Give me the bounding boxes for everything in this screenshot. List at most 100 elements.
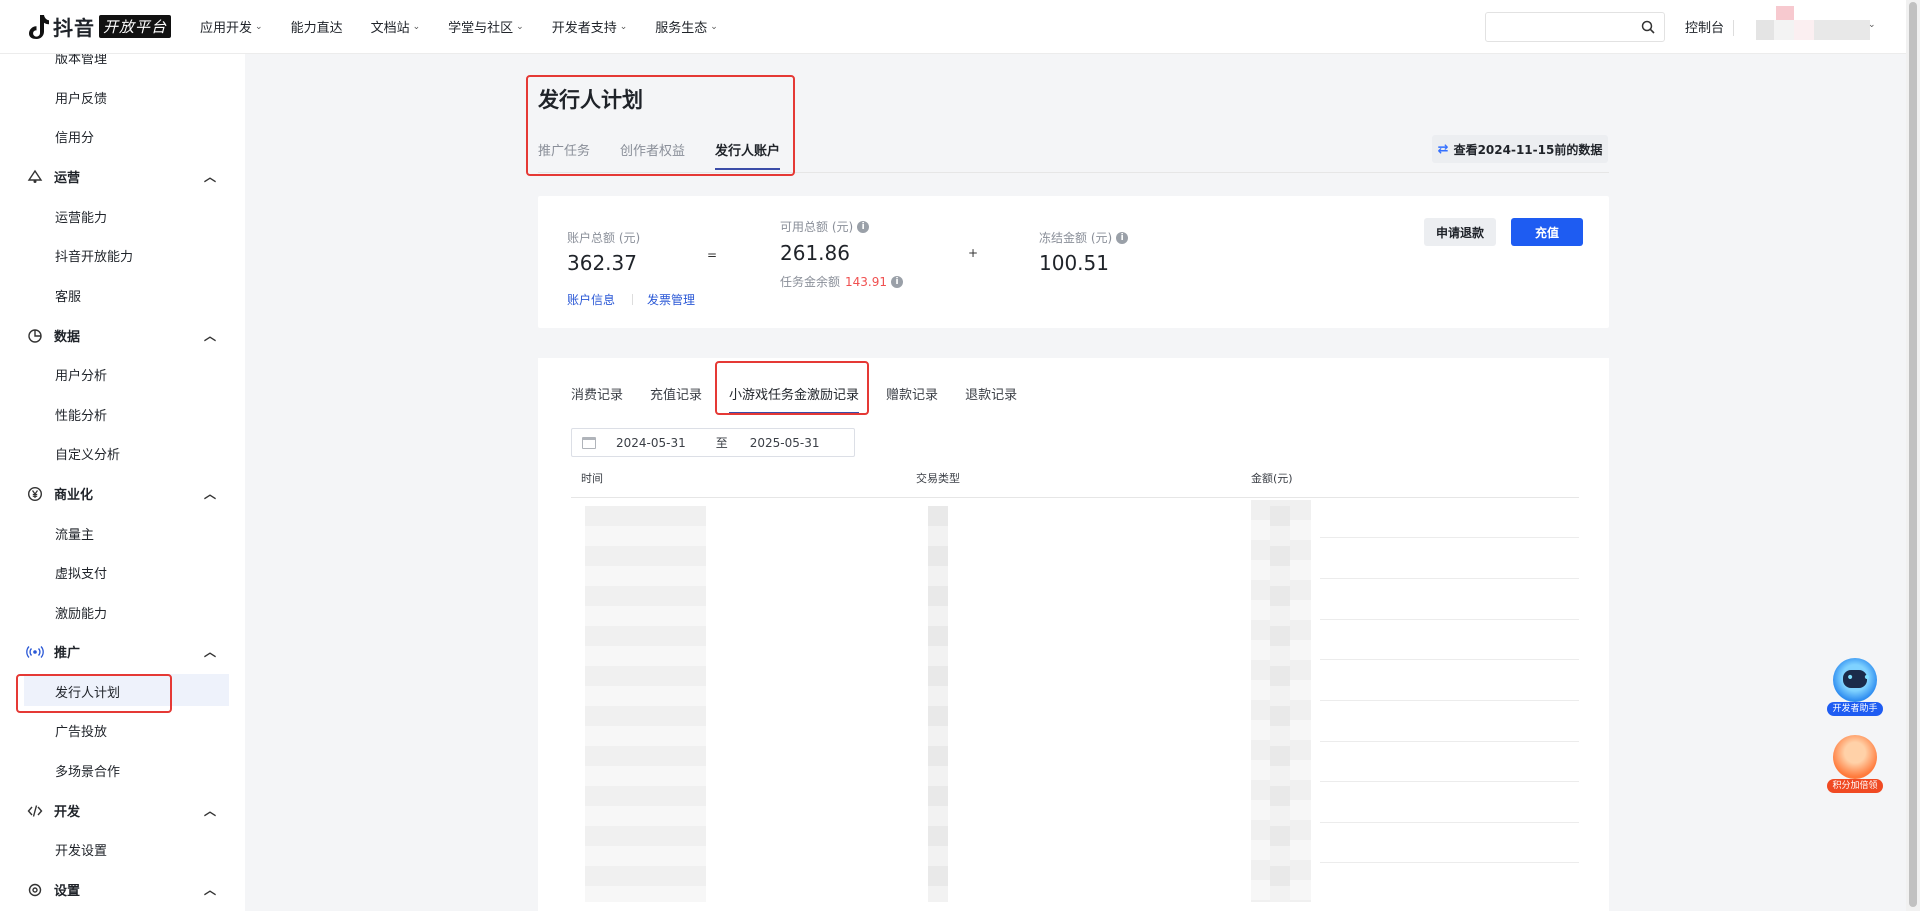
table-row-divider	[1320, 700, 1579, 701]
redacted-amount-detail	[1270, 506, 1290, 902]
info-icon[interactable]: i	[1116, 231, 1129, 244]
sidebar-item-traffic-owner[interactable]: 流量主	[55, 524, 94, 543]
sidebar-group-promotion[interactable]: 推广 ︿	[26, 642, 216, 661]
records-tabs: 消费记录 充值记录 小游戏任务金激励记录 赠款记录 退款记录	[571, 384, 1044, 414]
sidebar-item-version[interactable]: 版本管理	[55, 54, 107, 67]
tabs-underline	[538, 172, 1609, 173]
sidebar-item-perf-analysis[interactable]: 性能分析	[55, 405, 107, 424]
sidebar-group-operation[interactable]: 运营 ︿	[26, 167, 216, 186]
search-input[interactable]	[1494, 13, 1642, 41]
date-end[interactable]: 2025-05-31	[750, 436, 820, 450]
chevron-up-icon: ︿	[203, 170, 216, 184]
table-header-line	[571, 497, 1579, 498]
chevron-down-icon[interactable]: ⌄	[1868, 20, 1876, 30]
view-history-button[interactable]: ⇄ 查看2024-11-15前的数据	[1432, 135, 1608, 163]
sidebar-item-open-ability[interactable]: 抖音开放能力	[55, 246, 133, 265]
invoice-management-link[interactable]: 发票管理	[647, 291, 695, 308]
sidebar-item-credit[interactable]: 信用分	[55, 127, 94, 146]
frozen-amount-label: 冻结金额 (元) i	[1039, 229, 1129, 246]
sidebar-item-feedback[interactable]: 用户反馈	[55, 88, 107, 107]
sidebar-item-dev-settings[interactable]: 开发设置	[55, 840, 107, 859]
chevron-down-icon: ⌄	[619, 21, 628, 32]
task-balance: 任务金余额 143.91 i	[780, 273, 904, 290]
sidebar-item-publisher-plan[interactable]: 发行人计划	[55, 682, 120, 701]
chevron-down-icon: ⌄	[255, 21, 263, 32]
nav-dev-support[interactable]: 开发者支持 ⌄	[552, 17, 628, 36]
table-row-divider	[1320, 822, 1579, 823]
date-range-picker[interactable]: 2024-05-31 至 2025-05-31	[571, 428, 855, 457]
top-nav-bar: 抖音 开放平台 应用开发 ⌄ 能力直达 文档站 ⌄ 学堂与社区 ⌄ 开发者支持 ⌄ 服务…	[0, 0, 1906, 54]
pie-chart-icon	[26, 327, 44, 345]
nav-docs[interactable]: 文档站 ⌄	[371, 17, 421, 36]
sidebar-group-develop[interactable]: 开发 ︿	[26, 801, 216, 820]
sidebar-item-customer-service[interactable]: 客服	[55, 286, 81, 305]
search-icon[interactable]	[1640, 19, 1656, 35]
tab-grant[interactable]: 赠款记录	[886, 384, 938, 414]
robot-icon	[1833, 658, 1877, 702]
page-title: 发行人计划	[538, 88, 643, 112]
sidebar-item-op-ability[interactable]: 运营能力	[55, 207, 107, 226]
date-start[interactable]: 2024-05-31	[616, 436, 686, 450]
yuan-icon	[26, 485, 44, 503]
settings-icon	[26, 881, 44, 899]
developer-assistant-button[interactable]: 开发者助手	[1825, 658, 1885, 720]
nav-school-community[interactable]: 学堂与社区 ⌄	[448, 17, 524, 36]
table-row-divider	[1320, 537, 1579, 538]
frozen-amount-value: 100.51	[1039, 251, 1109, 275]
total-amount-label: 账户总额 (元)	[567, 231, 641, 245]
chevron-down-icon: ⌄	[412, 21, 421, 32]
chevron-down-icon: ⌄	[710, 21, 718, 32]
console-link[interactable]: 控制台	[1685, 17, 1724, 36]
sidebar-item-virtual-pay[interactable]: 虚拟支付	[55, 563, 107, 582]
header-divider	[1733, 20, 1734, 36]
link-separator	[632, 294, 633, 305]
sidebar-item-incentive[interactable]: 激励能力	[55, 603, 107, 622]
chevron-up-icon: ︿	[203, 804, 216, 818]
chevron-up-icon: ︿	[203, 883, 216, 897]
recharge-button[interactable]: 充值	[1511, 218, 1583, 246]
swap-icon: ⇄	[1437, 141, 1449, 157]
scrollbar-thumb[interactable]	[1909, 2, 1917, 907]
available-amount-value: 261.86	[780, 241, 850, 265]
info-icon[interactable]: i	[891, 275, 904, 288]
sidebar-group-settings[interactable]: 设置 ︿	[26, 880, 216, 899]
table-row-divider	[1320, 619, 1579, 620]
nav-capability[interactable]: 能力直达	[291, 17, 343, 36]
apply-refund-button[interactable]: 申请退款	[1424, 218, 1496, 246]
page-scrollbar[interactable]	[1906, 0, 1920, 911]
tab-minigame-incentive[interactable]: 小游戏任务金激励记录	[729, 384, 860, 414]
tab-promotion-task[interactable]: 推广任务	[538, 140, 590, 170]
tab-publisher-account[interactable]: 发行人账户	[715, 140, 781, 170]
logo-text: 抖音	[53, 16, 95, 40]
table-row-divider	[1320, 659, 1579, 660]
nav-app-dev[interactable]: 应用开发 ⌄	[200, 17, 263, 36]
sidebar-group-data[interactable]: 数据 ︿	[26, 326, 216, 345]
tab-consumption[interactable]: 消费记录	[571, 384, 623, 414]
account-info-link[interactable]: 账户信息	[567, 291, 615, 308]
sidebar-item-custom-analysis[interactable]: 自定义分析	[55, 444, 120, 463]
douyin-note-icon	[26, 13, 50, 41]
douyin-logo[interactable]: 抖音 开放平台	[26, 0, 172, 54]
equals-sign: =	[707, 248, 718, 262]
tab-recharge[interactable]: 充值记录	[650, 384, 702, 414]
column-header-type: 交易类型	[916, 472, 960, 485]
table-row-divider	[1320, 741, 1579, 742]
main-tabs: 推广任务 创作者权益 发行人账户	[538, 140, 810, 170]
sidebar-group-commercial[interactable]: 商业化 ︿	[26, 484, 216, 503]
points-label: 积分加倍领	[1827, 779, 1883, 793]
sidebar-item-user-analysis[interactable]: 用户分析	[55, 365, 107, 384]
nav-service-eco[interactable]: 服务生态 ⌄	[655, 17, 718, 36]
tab-refund[interactable]: 退款记录	[965, 384, 1017, 414]
column-header-time: 时间	[581, 472, 603, 485]
info-icon[interactable]: i	[857, 220, 870, 233]
search-box	[1485, 12, 1665, 42]
chevron-up-icon: ︿	[203, 645, 216, 659]
points-bonus-button[interactable]: 积分加倍领	[1825, 735, 1885, 797]
plus-sign: +	[968, 246, 979, 260]
tab-creator-rights[interactable]: 创作者权益	[620, 140, 685, 170]
sidebar-item-ads[interactable]: 广告投放	[55, 721, 107, 740]
sidebar-item-multi-scene[interactable]: 多场景合作	[55, 761, 120, 780]
user-avatar-blurred[interactable]	[1756, 6, 1874, 40]
broadcast-icon	[26, 643, 44, 661]
assistant-label: 开发者助手	[1827, 702, 1883, 716]
